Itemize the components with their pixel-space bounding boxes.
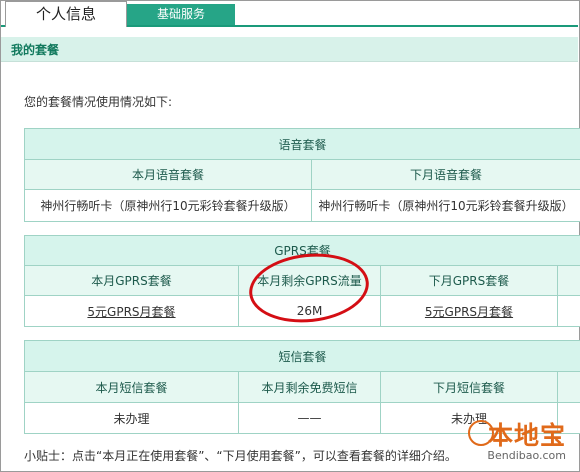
tab-bar: 个人信息 基础服务 xyxy=(1,1,578,27)
sms-current-value: 未办理 xyxy=(24,402,239,434)
voice-package-table: 语音套餐 本月语音套餐 下月语音套餐 神州行畅听卡（原神州行10元彩铃套餐升级版… xyxy=(23,128,580,222)
tab-basic-services[interactable]: 基础服务 xyxy=(127,4,235,25)
voice-current-value: 神州行畅听卡（原神州行10元彩铃套餐升级版） xyxy=(24,189,312,222)
watermark-url: Bendibao.com xyxy=(487,449,566,462)
tip-text: 小贴士：点击“本月正在使用套餐”、“下月使用套餐”，可以查看套餐的详细介绍。 xyxy=(24,449,457,463)
tab-personal-info[interactable]: 个人信息 xyxy=(5,1,127,27)
sms-header-remaining: 本月剩余免费短信 xyxy=(238,371,381,403)
sms-header-next: 下月短信套餐 xyxy=(380,371,558,403)
section-title: 我的套餐 xyxy=(11,43,60,57)
watermark-name: 本地宝 xyxy=(487,421,566,450)
watermark-logo: 本地宝 Bendibao.com xyxy=(468,414,572,466)
gprs-next-link[interactable]: 5元GPRS月套餐 xyxy=(425,305,513,319)
section-header: 我的套餐 xyxy=(1,37,578,62)
voice-next-value: 神州行畅听卡（原神州行10元彩铃套餐升级版） xyxy=(310,189,580,222)
sms-header-current: 本月短信套餐 xyxy=(24,371,239,403)
gprs-header-extra xyxy=(557,265,580,296)
sms-remaining-value: —— xyxy=(238,402,381,434)
gprs-header-next: 下月GPRS套餐 xyxy=(380,265,558,296)
gprs-extra-cell xyxy=(557,295,580,327)
sms-header-extra xyxy=(556,371,580,403)
gprs-header-current: 本月GPRS套餐 xyxy=(24,265,239,296)
gprs-current-link[interactable]: 5元GPRS月套餐 xyxy=(87,305,175,319)
voice-header-current: 本月语音套餐 xyxy=(24,159,312,190)
intro-text: 您的套餐情况使用情况如下: xyxy=(24,95,173,109)
sms-table-title: 短信套餐 xyxy=(23,340,580,372)
voice-header-next: 下月语音套餐 xyxy=(310,159,580,190)
voice-table-title: 语音套餐 xyxy=(23,128,580,160)
